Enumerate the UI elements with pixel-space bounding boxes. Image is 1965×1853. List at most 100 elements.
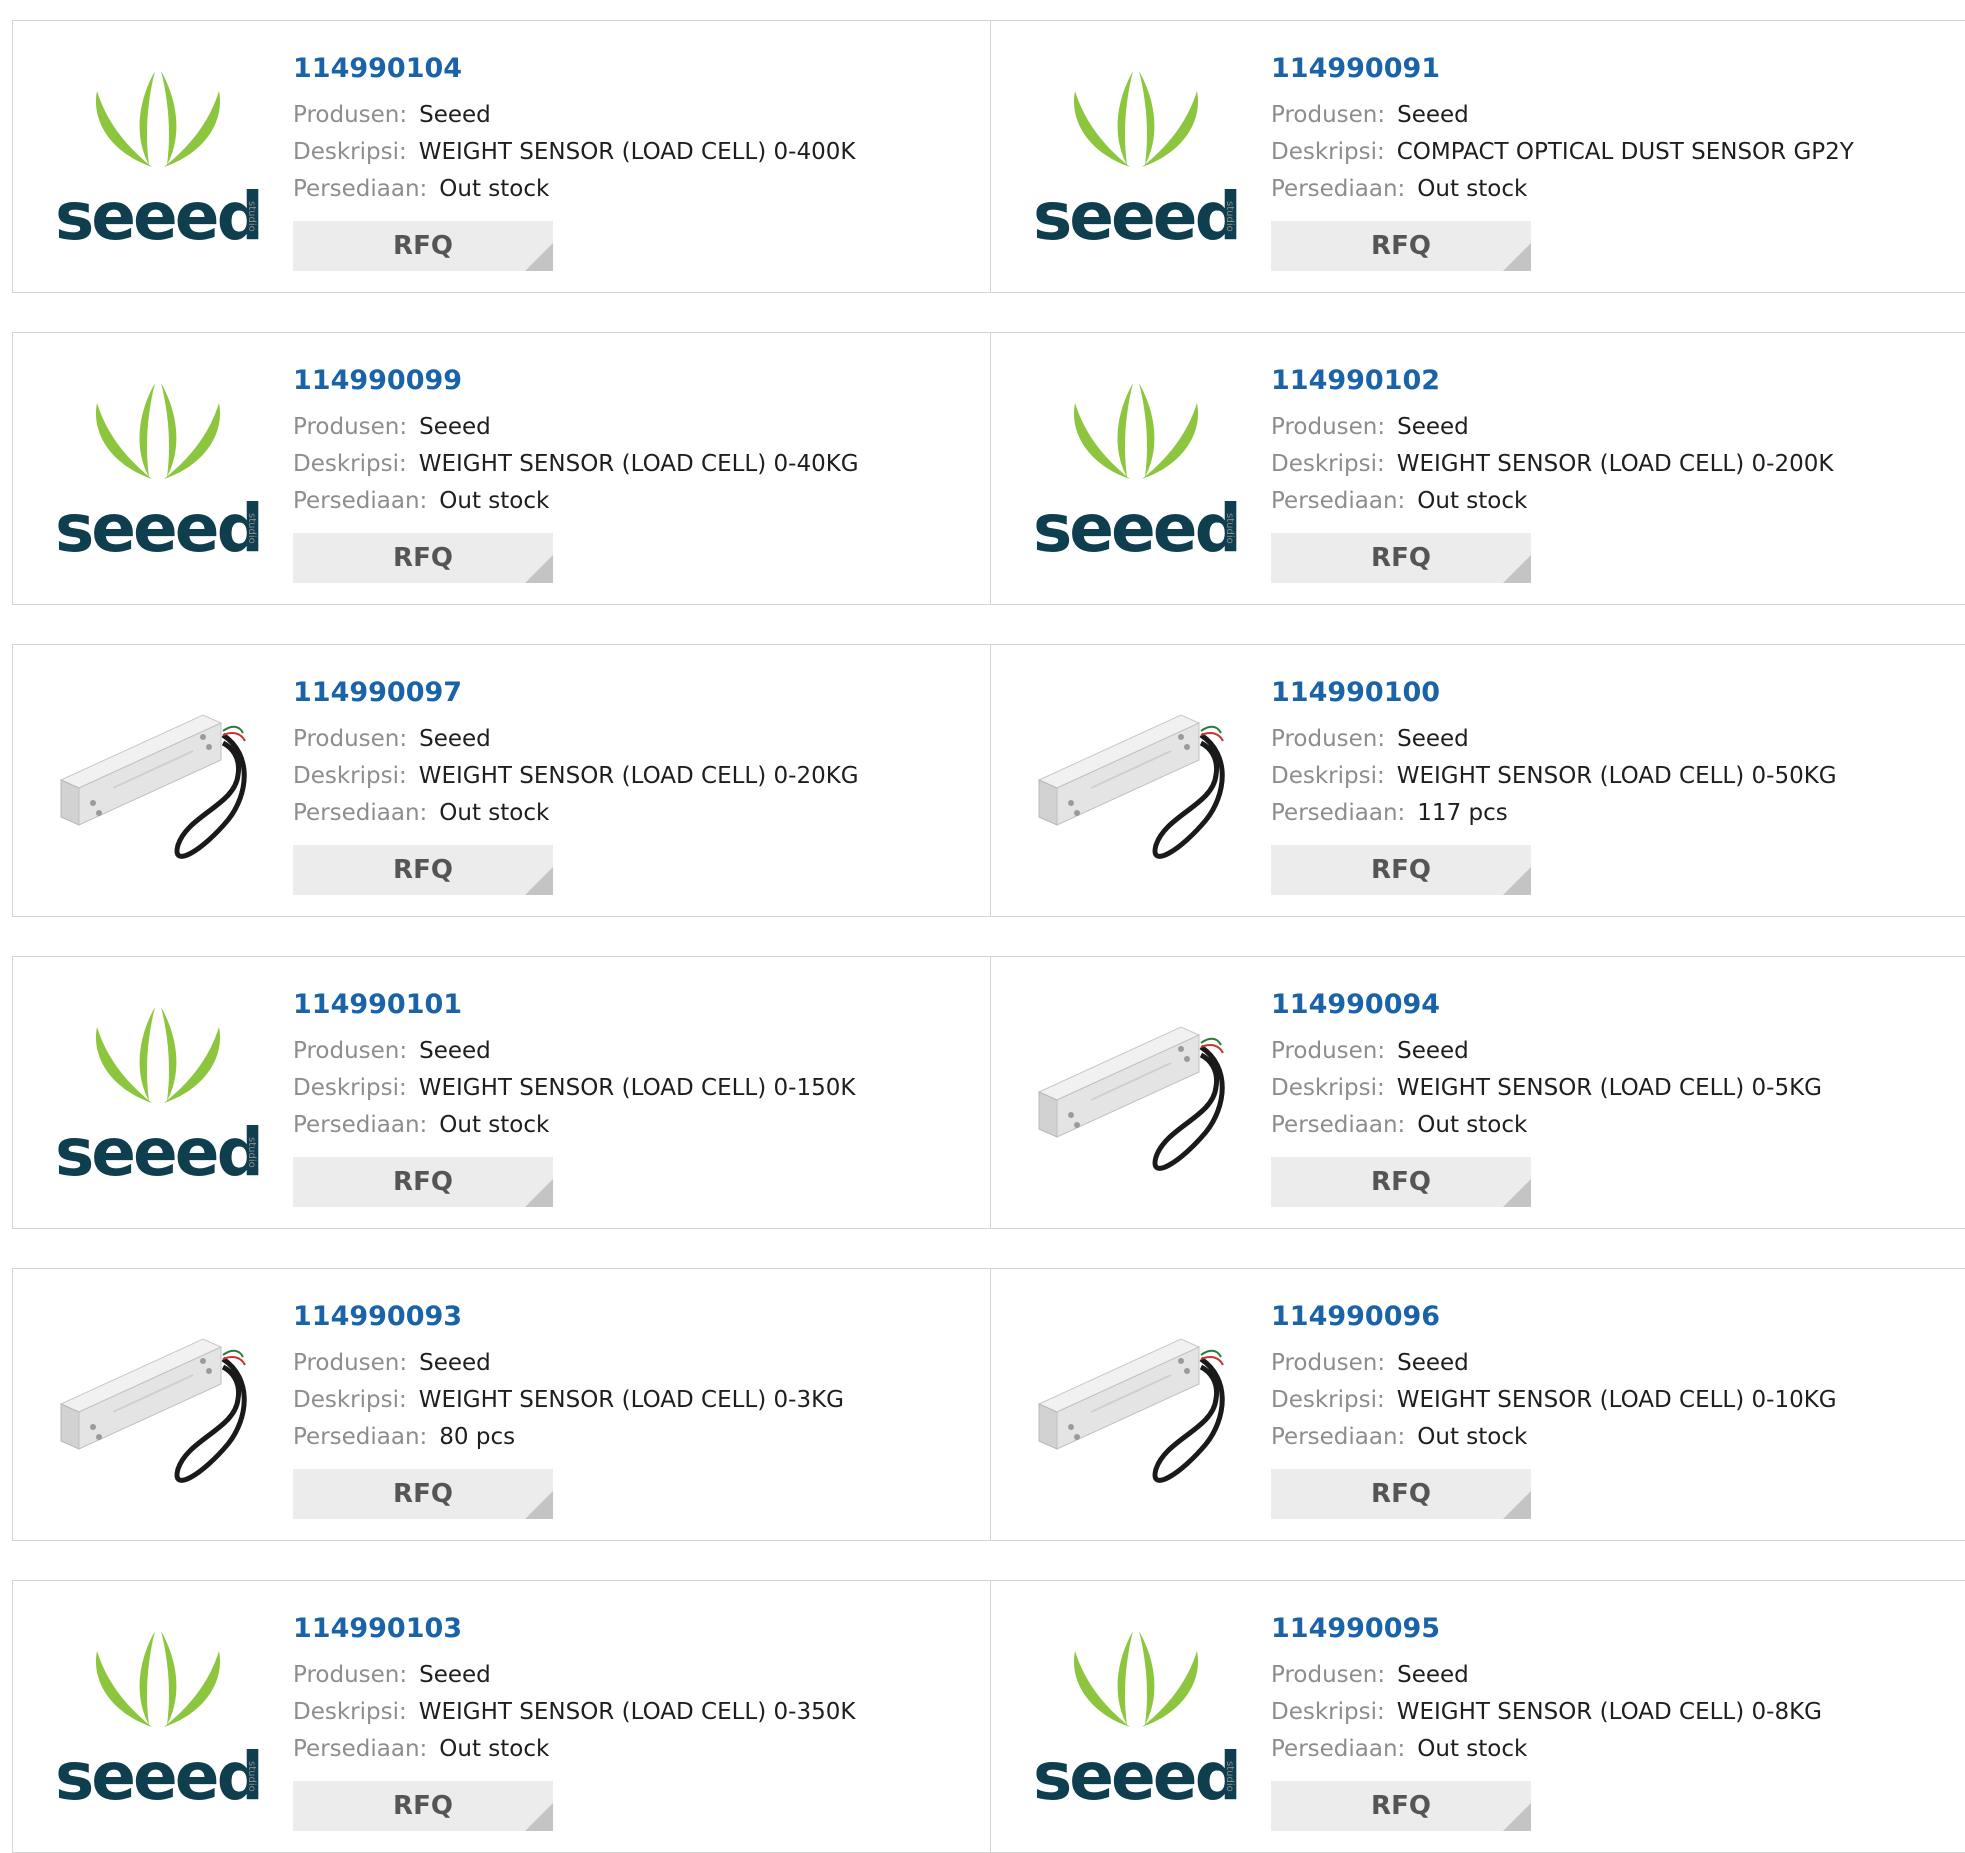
product-info: 114990097 Produsen: Seeed Deskripsi: WEIGHT … (293, 675, 859, 895)
part-number-link[interactable]: 114990097 (293, 675, 859, 711)
corner-fold-icon (1503, 243, 1531, 271)
stock-row: Persediaan: Out stock (293, 483, 859, 520)
description-row: Deskripsi: WEIGHT SENSOR (LOAD CELL) 0-5K… (1271, 1070, 1822, 1107)
rfq-label: RFQ (1371, 543, 1431, 573)
product-info: 114990091 Produsen: Seeed Deskripsi: COMPACT… (1271, 51, 1854, 271)
rfq-label: RFQ (393, 855, 453, 885)
product-info: 114990102 Produsen: Seeed Deskripsi: WEIGHT … (1271, 363, 1833, 583)
manufacturer-value: Seeed (1397, 1662, 1469, 1688)
manufacturer-row: Produsen: Seeed (1271, 1033, 1822, 1070)
stock-value: 117 pcs (1417, 800, 1508, 826)
description-row: Deskripsi: WEIGHT SENSOR (LOAD CELL) 0-8K… (1271, 1694, 1822, 1731)
load-cell-image (59, 714, 247, 859)
product-card: seeed studio 114990103 Produsen: Seeed Deskri… (12, 1580, 991, 1853)
seeed-logo-text: seeed (1033, 490, 1239, 567)
part-number-link[interactable]: 114990094 (1271, 987, 1822, 1023)
product-grid: seeed studio 114990104 Produsen: Seeed Deskri… (0, 0, 1965, 1853)
manufacturer-row: Produsen: Seeed (1271, 97, 1854, 134)
rfq-button[interactable]: RFQ (1271, 533, 1531, 583)
seeed-logo: seeedstudio (55, 71, 264, 255)
seeed-logo-text: seeed (55, 178, 261, 255)
rfq-button[interactable]: RFQ (293, 533, 553, 583)
description-row: Deskripsi: WEIGHT SENSOR (LOAD CELL) 0-50… (1271, 758, 1837, 795)
part-number-link[interactable]: 114990100 (1271, 675, 1837, 711)
manufacturer-row: Produsen: Seeed (293, 1345, 844, 1382)
rfq-button[interactable]: RFQ (293, 1781, 553, 1831)
product-card: seeed studio 114990101 Produsen: Seeed Deskri… (12, 956, 991, 1229)
product-info: 114990093 Produsen: Seeed Deskripsi: WEIGHT … (293, 1299, 844, 1519)
stock-label: Persediaan: (293, 1424, 428, 1450)
rfq-label: RFQ (1371, 1479, 1431, 1509)
product-card: 114990093 Produsen: Seeed Deskripsi: WEIGHT … (12, 1268, 991, 1541)
manufacturer-value: Seeed (1397, 1038, 1469, 1064)
rfq-button[interactable]: RFQ (1271, 845, 1531, 895)
product-info: 114990100 Produsen: Seeed Deskripsi: WEIGHT … (1271, 675, 1837, 895)
stock-row: Persediaan: Out stock (293, 795, 859, 832)
description-row: Deskripsi: WEIGHT SENSOR (LOAD CELL) 0-15… (293, 1070, 855, 1107)
part-number-link[interactable]: 114990099 (293, 363, 859, 399)
manufacturer-value: Seeed (1397, 414, 1469, 440)
description-row: Deskripsi: WEIGHT SENSOR (LOAD CELL) 0-40… (293, 446, 859, 483)
manufacturer-label: Produsen: (293, 1038, 408, 1064)
rfq-button[interactable]: RFQ (293, 221, 553, 271)
description-label: Deskripsi: (293, 763, 407, 789)
seeed-leaf-icon (95, 1007, 221, 1103)
seeed-leaf-icon (95, 71, 221, 167)
rfq-button[interactable]: RFQ (293, 1157, 553, 1207)
product-card: 114990097 Produsen: Seeed Deskripsi: WEIGHT … (12, 644, 991, 917)
rfq-label: RFQ (1371, 855, 1431, 885)
description-value: WEIGHT SENSOR (LOAD CELL) 0-200K (1396, 451, 1834, 477)
product-card: seeed studio 114990099 Produsen: Seeed Deskri… (12, 332, 991, 605)
corner-fold-icon (525, 1179, 553, 1207)
description-row: Deskripsi: WEIGHT SENSOR (LOAD CELL) 0-40… (293, 134, 855, 171)
seeed-leaf-icon (95, 1631, 221, 1727)
seeed-logo: seeedstudio (55, 1631, 264, 1815)
manufacturer-label: Produsen: (293, 102, 408, 128)
part-number-link[interactable]: 114990101 (293, 987, 855, 1023)
description-row: Deskripsi: COMPACT OPTICAL DUST SENSOR GP… (1271, 134, 1854, 171)
description-value: WEIGHT SENSOR (LOAD CELL) 0-150K (418, 1075, 856, 1101)
seeed-logo-subtext: studio (1224, 201, 1235, 232)
description-label: Deskripsi: (1271, 763, 1385, 789)
product-card: 114990100 Produsen: Seeed Deskripsi: WEIGHT … (990, 644, 1965, 917)
product-info: 114990096 Produsen: Seeed Deskripsi: WEIGHT … (1271, 1299, 1837, 1519)
stock-value: Out stock (439, 800, 550, 826)
description-label: Deskripsi: (293, 1075, 407, 1101)
stock-label: Persediaan: (1271, 800, 1406, 826)
seeed-logo: seeedstudio (55, 1007, 264, 1191)
stock-value: Out stock (439, 1736, 550, 1762)
rfq-button[interactable]: RFQ (1271, 221, 1531, 271)
rfq-button[interactable]: RFQ (293, 845, 553, 895)
corner-fold-icon (525, 1491, 553, 1519)
seeed-logo-subtext: studio (1224, 1761, 1235, 1792)
part-number-link[interactable]: 114990091 (1271, 51, 1854, 87)
part-number-link[interactable]: 114990104 (293, 51, 855, 87)
description-label: Deskripsi: (1271, 1699, 1385, 1725)
description-value: WEIGHT SENSOR (LOAD CELL) 0-400K (418, 139, 856, 165)
part-number-link[interactable]: 114990102 (1271, 363, 1833, 399)
stock-value: 80 pcs (439, 1424, 516, 1450)
product-info: 114990103 Produsen: Seeed Deskripsi: WEIGHT … (293, 1611, 855, 1831)
description-value: WEIGHT SENSOR (LOAD CELL) 0-10KG (1396, 1387, 1837, 1413)
part-number-link[interactable]: 114990095 (1271, 1611, 1822, 1647)
description-row: Deskripsi: WEIGHT SENSOR (LOAD CELL) 0-3K… (293, 1382, 844, 1419)
part-number-link[interactable]: 114990096 (1271, 1299, 1837, 1335)
seeed-logo-subtext: studio (1224, 513, 1235, 544)
seeed-logo: seeedstudio (1033, 71, 1242, 255)
seeed-leaf-icon (95, 383, 221, 479)
corner-fold-icon (525, 555, 553, 583)
rfq-button[interactable]: RFQ (1271, 1781, 1531, 1831)
part-number-link[interactable]: 114990093 (293, 1299, 844, 1335)
product-card: seeed studio 114990104 Produsen: Seeed Deskri… (12, 20, 991, 293)
manufacturer-label: Produsen: (293, 726, 408, 752)
rfq-button[interactable]: RFQ (1271, 1157, 1531, 1207)
rfq-label: RFQ (393, 1167, 453, 1197)
stock-row: Persediaan: Out stock (293, 171, 855, 208)
part-number-link[interactable]: 114990103 (293, 1611, 855, 1647)
stock-value: Out stock (1417, 1424, 1528, 1450)
rfq-button[interactable]: RFQ (1271, 1469, 1531, 1519)
stock-row: Persediaan: Out stock (293, 1107, 855, 1144)
rfq-button[interactable]: RFQ (293, 1469, 553, 1519)
manufacturer-label: Produsen: (293, 1350, 408, 1376)
description-row: Deskripsi: WEIGHT SENSOR (LOAD CELL) 0-20… (1271, 446, 1833, 483)
